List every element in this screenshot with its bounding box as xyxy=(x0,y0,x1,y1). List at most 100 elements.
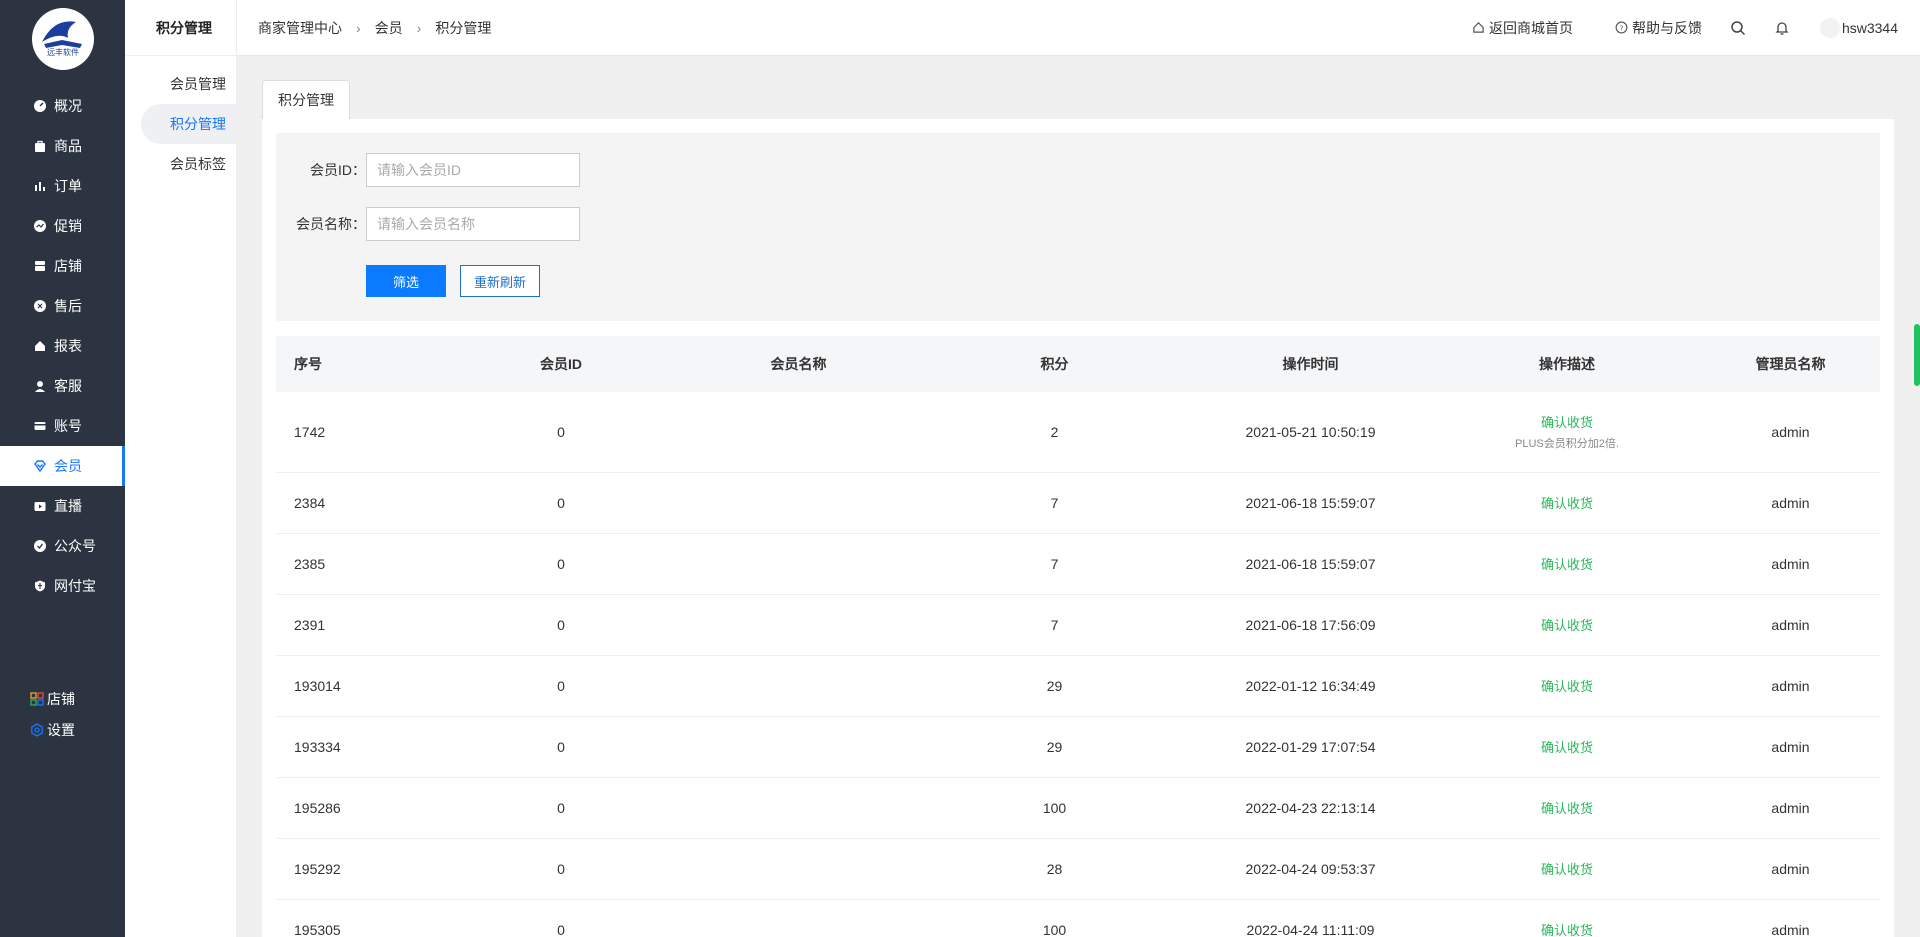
column-header-seq: 序号 xyxy=(294,356,322,372)
seq-cell: 2385 xyxy=(294,555,326,572)
subnav-item-member-management[interactable]: 会员管理 xyxy=(141,64,236,104)
sidebar-item-promotion[interactable]: 促销 xyxy=(0,206,125,246)
table-row: 2384 0 7 2021-06-18 15:59:07 确认收货 admin xyxy=(276,472,1880,533)
table-row: 2391 0 7 2021-06-18 17:56:09 确认收货 admin xyxy=(276,594,1880,655)
bell-icon[interactable] xyxy=(1774,20,1790,36)
search-icon[interactable] xyxy=(1730,20,1746,36)
logo[interactable]: 远丰软件 xyxy=(31,8,94,70)
member-id-cell: 0 xyxy=(557,738,565,755)
username: hsw3344 xyxy=(1841,19,1898,36)
sidebar-item-label: 店铺 xyxy=(54,258,82,274)
seq-cell: 195305 xyxy=(294,921,341,937)
admin-cell: admin xyxy=(1771,799,1810,816)
seq-cell: 195292 xyxy=(294,860,341,877)
column-header-admin: 管理员名称 xyxy=(1755,356,1826,372)
admin-cell: admin xyxy=(1771,494,1810,511)
sidebar-item-live[interactable]: 直播 xyxy=(0,486,125,526)
sidebar-item-report[interactable]: 报表 xyxy=(0,326,125,366)
description-text: 确认收货 xyxy=(1540,496,1593,511)
scrollbar-thumb[interactable] xyxy=(1914,324,1920,386)
subnav-item-member-tags[interactable]: 会员标签 xyxy=(141,144,236,184)
service-icon xyxy=(32,378,48,394)
description-cell: 确认收货 xyxy=(1433,716,1701,777)
help-icon: ? xyxy=(1615,21,1628,34)
breadcrumb-item[interactable]: 会员 xyxy=(375,18,403,38)
svg-text:?: ? xyxy=(1619,23,1623,32)
grid-icon xyxy=(29,691,45,707)
table-row: 2385 0 7 2021-06-18 15:59:07 确认收货 admin xyxy=(276,533,1880,594)
chevron-right-icon: › xyxy=(356,19,361,36)
sidebar-bottom-item-settings[interactable]: 设置 xyxy=(0,714,125,745)
column-header-member-name: 会员名称 xyxy=(770,356,827,372)
seq-cell: 193334 xyxy=(294,738,341,755)
sidebar-item-member[interactable]: 会员 xyxy=(0,446,125,486)
sidebar-item-account[interactable]: 账号 xyxy=(0,406,125,446)
points-cell: 7 xyxy=(1050,555,1059,572)
description-cell: 确认收货 xyxy=(1433,899,1701,937)
sidebar-item-pay[interactable]: 网付宝 xyxy=(0,566,125,606)
main-content: 积分管理 会员ID： 会员名称： 筛选 重新刷新 序号 会员ID 会员 xyxy=(262,80,1894,937)
time-cell: 2022-01-12 16:34:49 xyxy=(1245,677,1376,694)
sidebar-item-order[interactable]: 订单 xyxy=(0,166,125,206)
top-header: 商家管理中心 › 会员 › 积分管理 返回商城首页 ? 帮助与反馈 hsw334… xyxy=(237,0,1920,56)
reset-button[interactable]: 重新刷新 xyxy=(460,265,540,297)
user-menu[interactable]: hsw3344 xyxy=(1819,17,1898,38)
admin-cell: admin xyxy=(1771,738,1810,755)
member-name-input[interactable] xyxy=(366,207,580,241)
points-cell: 7 xyxy=(1050,494,1059,511)
points-cell: 28 xyxy=(1046,860,1063,877)
settings-icon xyxy=(29,722,45,738)
member-name-cell xyxy=(676,533,921,594)
sidebar-item-aftersale[interactable]: 售后 xyxy=(0,286,125,326)
member-id-cell: 0 xyxy=(557,921,565,937)
time-cell: 2022-04-23 22:13:14 xyxy=(1245,799,1376,816)
sidebar-item-wechat[interactable]: 公众号 xyxy=(0,526,125,566)
column-header-member-id: 会员ID xyxy=(540,356,582,372)
breadcrumb-item: 积分管理 xyxy=(435,19,492,36)
sidebar-item-store[interactable]: 店铺 xyxy=(0,246,125,286)
sidebar-item-label: 公众号 xyxy=(54,538,96,554)
time-cell: 2021-06-18 17:56:09 xyxy=(1245,616,1376,633)
sidebar-item-service[interactable]: 客服 xyxy=(0,366,125,406)
logo-text: 远丰软件 xyxy=(47,47,79,57)
member-id-cell: 0 xyxy=(557,423,565,440)
member-name-cell xyxy=(676,716,921,777)
table-row: 193014 0 29 2022-01-12 16:34:49 确认收货 admin xyxy=(276,655,1880,716)
filter-button[interactable]: 筛选 xyxy=(366,265,446,297)
sidebar-item-label: 会员 xyxy=(54,458,82,474)
sidebar-item-goods[interactable]: 商品 xyxy=(0,126,125,166)
member-name-cell xyxy=(676,838,921,899)
pay-icon xyxy=(32,578,48,594)
description-text: 确认收货 xyxy=(1540,415,1593,431)
member-name-cell xyxy=(676,655,921,716)
seq-cell: 193014 xyxy=(294,677,341,694)
description-cell: 确认收货 xyxy=(1433,472,1701,533)
column-header-description: 操作描述 xyxy=(1539,356,1595,372)
sidebar-item-label: 促销 xyxy=(54,218,82,234)
subnav-item-points-management[interactable]: 积分管理 xyxy=(141,104,236,144)
breadcrumb: 商家管理中心 › 会员 › 积分管理 xyxy=(237,18,491,38)
sidebar-bottom-item-grid[interactable]: 店铺 xyxy=(0,683,125,714)
content-panel: 会员ID： 会员名称： 筛选 重新刷新 序号 会员ID 会员名称 积分 操作时间 xyxy=(262,119,1894,937)
time-cell: 2022-04-24 11:11:09 xyxy=(1246,921,1375,937)
member-name-cell xyxy=(676,472,921,533)
description-cell: 确认收货 xyxy=(1433,533,1701,594)
logo-icon: 远丰软件 xyxy=(41,21,82,57)
admin-cell: admin xyxy=(1771,860,1810,877)
breadcrumb-item[interactable]: 商家管理中心 xyxy=(258,18,342,38)
description-cell: 确认收货 PLUS会员积分加2倍. xyxy=(1433,392,1701,472)
sidebar-item-label: 直播 xyxy=(54,498,82,514)
sidebar-item-label: 账号 xyxy=(54,418,82,434)
member-id-input[interactable] xyxy=(366,153,580,187)
help-link-label: 帮助与反馈 xyxy=(1631,19,1702,36)
tab-points-management[interactable]: 积分管理 xyxy=(262,80,350,119)
sidebar-item-dashboard[interactable]: 概况 xyxy=(0,86,125,126)
member-id-label: 会员ID： xyxy=(310,162,366,178)
home-link[interactable]: 返回商城首页 xyxy=(1472,18,1573,38)
tab-bar: 积分管理 xyxy=(262,80,1894,119)
table-row: 195292 0 28 2022-04-24 09:53:37 确认收货 admin xyxy=(276,838,1880,899)
seq-cell: 195286 xyxy=(294,799,341,816)
sidebar-item-label: 商品 xyxy=(54,138,82,154)
member-icon xyxy=(32,458,48,474)
help-link[interactable]: ? 帮助与反馈 xyxy=(1615,18,1702,38)
